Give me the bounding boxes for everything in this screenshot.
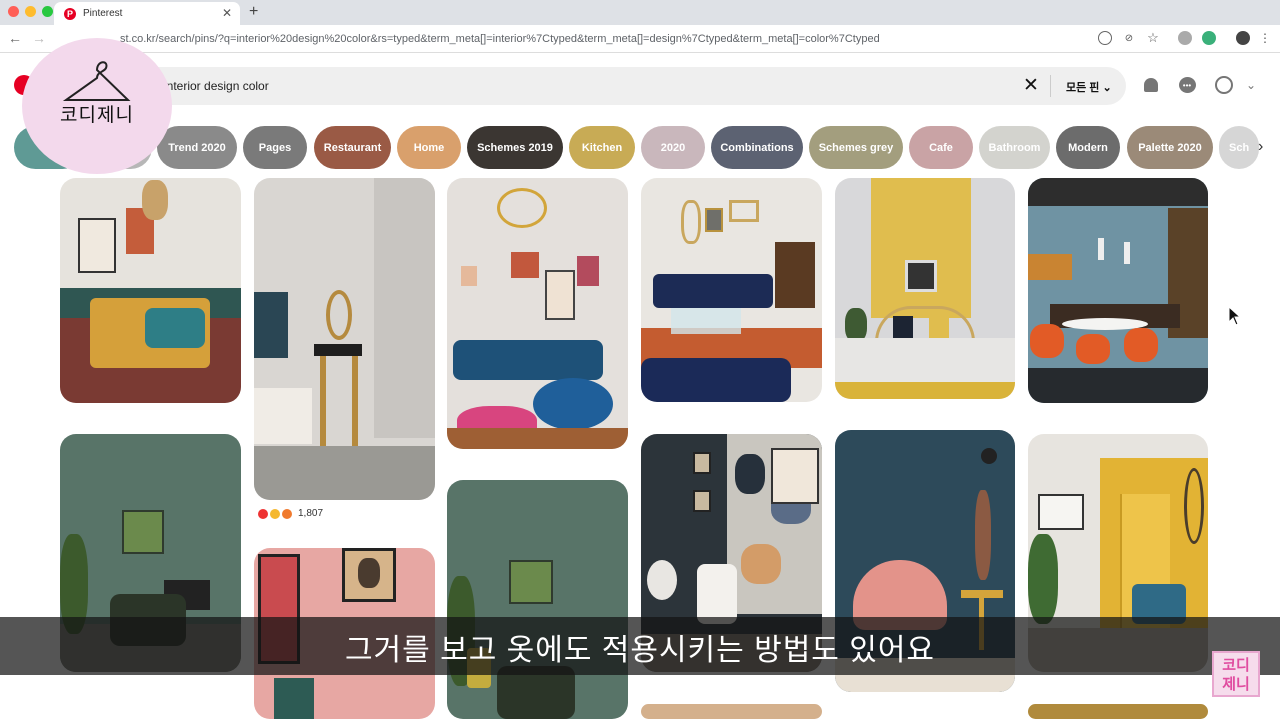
profile-icon[interactable] bbox=[1236, 31, 1250, 45]
chip-label: Combinations bbox=[720, 141, 794, 154]
chip-label: Home bbox=[413, 141, 445, 154]
search-bar[interactable]: interior design color ✕ 모든 핀 ⌄ bbox=[60, 67, 1126, 105]
bookmark-star-icon[interactable]: ☆ bbox=[1146, 30, 1160, 45]
chip[interactable]: Combinations bbox=[711, 126, 803, 169]
search-input[interactable]: interior design color bbox=[164, 79, 269, 93]
browser-menu-icon[interactable]: ⋮ bbox=[1258, 31, 1272, 45]
eye-slash-icon[interactable]: ⊘ bbox=[1122, 31, 1136, 45]
chip[interactable]: Bathroom bbox=[979, 126, 1050, 169]
chip[interactable]: Cafe bbox=[909, 126, 973, 169]
chip-label: Palette 2020 bbox=[1138, 141, 1202, 154]
chip[interactable]: Palette 2020 bbox=[1127, 126, 1213, 169]
chip-label: Schemes 2019 bbox=[477, 141, 553, 154]
chip[interactable]: Restaurant bbox=[314, 126, 391, 169]
pin-image-hallway[interactable] bbox=[254, 178, 435, 500]
chip[interactable]: Schemes grey bbox=[809, 126, 903, 169]
profile-avatar-icon[interactable] bbox=[1214, 75, 1234, 95]
pinterest-header: interior design color ✕ 모든 핀 ⌄ ••• ⌄ bbox=[0, 53, 1280, 121]
chips-scroll-right-icon[interactable]: › bbox=[1258, 138, 1263, 156]
new-tab-button[interactable]: + bbox=[249, 3, 258, 21]
pin-image-gallery-wall[interactable] bbox=[447, 178, 628, 449]
search-divider bbox=[1050, 75, 1051, 97]
chip-label: Restaurant bbox=[323, 141, 382, 154]
guided-search-chips: Sc Trend 2020 Pages Restaurant Home Sche… bbox=[0, 126, 1280, 170]
pin-reactions: 1,807 bbox=[258, 508, 323, 519]
chip[interactable]: Schemes 2019 bbox=[467, 126, 563, 169]
close-window-button[interactable] bbox=[8, 6, 19, 17]
pin-filter-label: 모든 핀 bbox=[1066, 82, 1100, 94]
wow-reaction-icon bbox=[282, 508, 292, 519]
pin-image-partial-2[interactable] bbox=[1028, 704, 1208, 719]
pin-image-green-living-2[interactable] bbox=[447, 480, 628, 719]
chip-label: Trend 2020 bbox=[168, 141, 226, 154]
chip-label: Sch bbox=[1229, 141, 1250, 154]
address-bar: ← → st.co.kr/search/pins/?q=interior%20d… bbox=[0, 25, 1280, 53]
pin-image-bedroom[interactable] bbox=[60, 178, 241, 403]
pinterest-favicon-icon: P bbox=[64, 7, 76, 20]
messages-icon[interactable]: ••• bbox=[1177, 75, 1197, 95]
chip[interactable]: Home bbox=[397, 126, 461, 169]
browser-tab-bar: P Pinterest ✕ + bbox=[0, 0, 1280, 25]
pin-image-partial[interactable] bbox=[641, 704, 822, 719]
extension-icon[interactable] bbox=[1178, 31, 1192, 45]
tab-close-icon[interactable]: ✕ bbox=[222, 6, 232, 20]
smile-reaction-icon bbox=[270, 508, 280, 519]
chip[interactable]: 2020 bbox=[641, 126, 705, 169]
browser-tab[interactable]: P Pinterest ✕ bbox=[54, 2, 240, 25]
channel-logo-text: 코디제니 bbox=[60, 105, 134, 126]
chip-label: Bathroom bbox=[988, 141, 1041, 154]
back-arrow-icon[interactable]: ← bbox=[8, 30, 22, 46]
watermark-line-2: 제니 bbox=[1222, 676, 1250, 693]
channel-logo-badge: 코디제니 bbox=[22, 38, 172, 174]
chip-label: Modern bbox=[1068, 141, 1108, 154]
reactions-count: 1,807 bbox=[298, 508, 324, 519]
chip[interactable]: Pages bbox=[243, 126, 307, 169]
chip[interactable]: Kitchen bbox=[569, 126, 635, 169]
chip-label: Schemes grey bbox=[818, 141, 894, 154]
pin-image-dining[interactable] bbox=[1028, 178, 1208, 403]
maximize-window-button[interactable] bbox=[42, 6, 53, 17]
chip[interactable]: Sch bbox=[1219, 126, 1259, 169]
url-field[interactable]: st.co.kr/search/pins/?q=interior%20desig… bbox=[120, 33, 880, 45]
window-controls bbox=[8, 6, 53, 17]
channel-watermark: 코디 제니 bbox=[1212, 651, 1260, 697]
grammarly-extension-icon[interactable] bbox=[1202, 31, 1216, 45]
pin-image-navy-sofa[interactable] bbox=[641, 178, 822, 402]
pin-image-yellow-bedroom[interactable] bbox=[835, 178, 1015, 399]
pin-filter-dropdown[interactable]: 모든 핀 ⌄ bbox=[1066, 79, 1112, 95]
heart-reaction-icon bbox=[258, 508, 268, 519]
clear-search-icon[interactable]: ✕ bbox=[1023, 74, 1039, 97]
watermark-line-1: 코디 bbox=[1222, 657, 1250, 674]
chip[interactable]: Trend 2020 bbox=[157, 126, 237, 169]
chip-label: Pages bbox=[258, 141, 292, 154]
forward-arrow-icon[interactable]: → bbox=[32, 30, 46, 46]
chip-label: Cafe bbox=[929, 141, 953, 154]
minimize-window-button[interactable] bbox=[25, 6, 36, 17]
chevron-down-icon: ⌄ bbox=[1102, 82, 1112, 94]
video-subtitle: 그거를 보고 옷에도 적용시키는 방법도 있어요 bbox=[344, 634, 936, 667]
notifications-bell-icon[interactable] bbox=[1141, 75, 1161, 95]
mouse-cursor-icon bbox=[1228, 306, 1242, 326]
account-chevron-icon[interactable]: ⌄ bbox=[1241, 75, 1261, 95]
chip-label: Kitchen bbox=[581, 141, 623, 154]
location-icon[interactable] bbox=[1098, 31, 1112, 45]
chip-label: 2020 bbox=[660, 141, 686, 154]
tab-title: Pinterest bbox=[83, 8, 123, 19]
chip[interactable]: Modern bbox=[1056, 126, 1120, 169]
